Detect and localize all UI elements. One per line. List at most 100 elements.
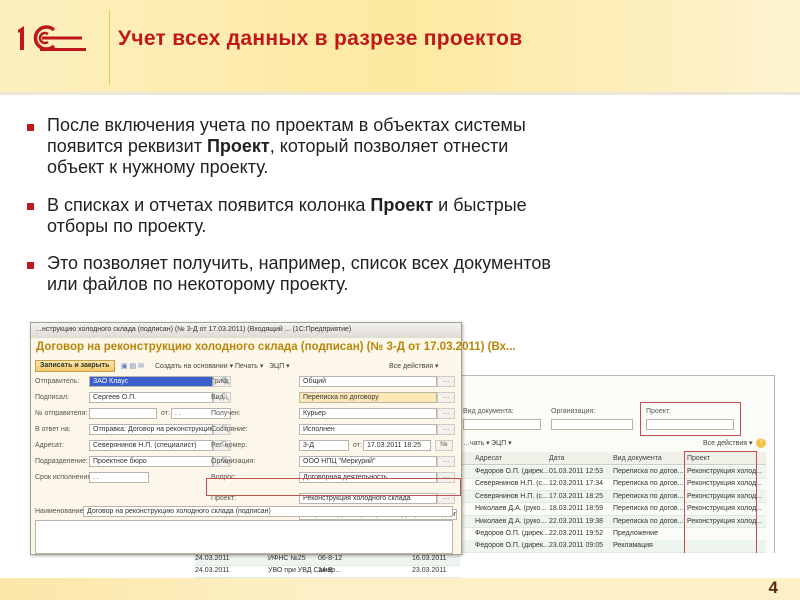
table-cell: 22.03.2011 19:38 (549, 517, 603, 525)
highlight-box (206, 478, 461, 496)
field-input[interactable]: Курьер (299, 408, 437, 419)
bullet-marker (27, 203, 34, 210)
table-cell: 01.03.2011 12:53 (549, 468, 603, 475)
bullet-text: В списках и отчетах появится колонка Про… (47, 195, 527, 236)
select-button[interactable]: … (437, 424, 455, 435)
all-actions-button[interactable]: Все действия ▾ (703, 439, 752, 447)
table-cell: Федоров О.П. (дирек... (475, 542, 549, 550)
table-cell: 24.03.2011 (195, 567, 230, 575)
field-input[interactable]: ООО НПЦ "Меркурий" (299, 456, 437, 467)
ecp-button[interactable]: ЭЦП ▾ (491, 439, 512, 447)
field-label: Подписал: (35, 394, 69, 401)
window-title: …нструкцию холодного склада (подписан) (… (31, 323, 461, 338)
field-label: Подразделение: (35, 458, 88, 465)
field-input[interactable]: ЗАО Клаус (89, 376, 213, 387)
table-cell: 18.03.2011 18:59 (549, 505, 603, 513)
table-cell: Северянинов Н.П. (с... (475, 492, 548, 500)
field-label: Состояние: (211, 426, 248, 433)
table-cell: Переписка по догов... (613, 480, 684, 488)
table-cell: Рекламация (613, 542, 653, 550)
list-extra-rows: 24.03.2011 ИФНС №25 06-8-12 16.03.2011 24.03… (195, 553, 775, 578)
field-label: Срок исполнения: (35, 474, 94, 481)
table-row[interactable]: 24.03.2011 УВО при УВД Самар... 14-В 23.03.… (195, 565, 460, 578)
header-divider (109, 10, 110, 85)
field-input[interactable]: Сергеев О.П. (89, 392, 213, 403)
field-input[interactable]: 3-Д (299, 440, 349, 451)
name-label: Наименование: (35, 508, 86, 515)
bullet-text: После включения учета по проектам в объе… (47, 115, 526, 177)
field-label: В ответ на: (35, 426, 71, 433)
table-cell: 17.03.2011 18:25 (549, 492, 603, 500)
slide-footer (0, 578, 800, 600)
field-input[interactable]: Общий (299, 376, 437, 387)
document-list-window: Вид документа: Организация: Проект: …чат… (440, 375, 775, 591)
filter-label: Организация: (551, 408, 596, 415)
bullet-text: Это позволяет получить, например, список… (47, 253, 551, 294)
highlight-box (640, 402, 741, 436)
select-button[interactable]: … (437, 392, 455, 403)
document-form-window: …нструкцию холодного склада (подписан) (… (30, 322, 516, 555)
column-header[interactable]: Вид документа (613, 455, 662, 462)
field-input[interactable]: Переписка по договору (299, 392, 437, 403)
number-button[interactable]: № (435, 440, 453, 451)
field-label: от: (161, 410, 170, 417)
save-close-button[interactable]: Записать и закрыть (35, 360, 115, 372)
field-label: Вид: (211, 394, 226, 401)
field-label: Организация: (211, 458, 256, 465)
filter-label: Вид документа: (463, 408, 514, 415)
field-input[interactable]: Отправка: Договор на реконструкцию хол (89, 424, 213, 435)
table-cell: Федоров О.П. (дирек... (475, 530, 549, 537)
bullet-marker (27, 262, 34, 269)
select-button[interactable]: … (437, 408, 455, 419)
table-cell: 22.03.2011 19:52 (549, 530, 603, 537)
table-cell: 12.03.2011 17:34 (549, 480, 603, 488)
field-input[interactable]: Северянинов Н.П. (специалист) (89, 440, 213, 451)
table-cell: Переписка по догов... (613, 492, 684, 500)
print-button[interactable]: Печать ▾ (235, 362, 263, 370)
field-label: Отправитель: (35, 378, 80, 385)
field-label: Получен: (211, 410, 241, 417)
bullet-marker (27, 124, 34, 131)
select-button[interactable]: … (437, 376, 455, 387)
table-cell: Переписка по догов... (613, 505, 684, 513)
field-input[interactable]: Проектное бюро (89, 456, 213, 467)
slide-title: Учет всех данных в разрезе проектов (118, 27, 523, 50)
ecp-button[interactable]: ЭЦП ▾ (269, 362, 290, 370)
all-actions-button[interactable]: Все действия ▾ (389, 362, 438, 370)
print-button[interactable]: …чать ▾ (463, 439, 490, 447)
field-label: от: (353, 442, 362, 449)
table-cell: 23.03.2011 (412, 567, 447, 575)
filter-organization-input[interactable] (551, 419, 633, 430)
table-cell: 06-8-12 (318, 555, 343, 562)
table-cell: Николаев Д.А. (руко... (475, 517, 547, 525)
field-label: № отправителя: (35, 410, 88, 417)
table-cell: 23.03.2011 09:05 (549, 542, 603, 550)
table-cell: Николаев Д.А. (руко... (475, 505, 547, 513)
table-cell: Переписка по догов... (613, 517, 684, 525)
name-input[interactable]: Договор на реконструкцию холодного склад… (83, 506, 453, 517)
select-button[interactable]: … (437, 456, 455, 467)
table-cell: 16.03.2011 (412, 555, 447, 562)
table-cell: 24.03.2011 (195, 555, 230, 562)
table-cell: Федоров О.П. (дирек... (475, 468, 549, 475)
help-icon[interactable]: ? (756, 438, 766, 448)
page-number: 4 (768, 578, 778, 597)
field-label: Проект: (211, 495, 237, 502)
table-cell: Переписка по догов... (613, 468, 684, 475)
field-input[interactable]: Исполнен (299, 424, 437, 435)
date-input[interactable]: . . (89, 472, 149, 483)
table-cell: ИФНС №25 (268, 555, 306, 562)
column-header[interactable]: Адресат (475, 455, 502, 462)
comment-textarea[interactable] (35, 520, 453, 554)
table-cell: 14-В (318, 567, 333, 575)
create-based-button[interactable]: Создать на основании ▾ (155, 362, 233, 370)
1c-logo (18, 25, 86, 51)
column-header[interactable]: Дата (549, 455, 565, 462)
field-input[interactable] (89, 408, 157, 419)
field-label: Рег. номер: (211, 442, 248, 449)
save-icon[interactable]: ▣ ▤ ✉ (121, 362, 144, 370)
field-label: Гриф: (211, 378, 230, 385)
date-input[interactable]: 17.03.2011 18:25 (363, 440, 431, 451)
filter-doc-type-input[interactable] (463, 419, 541, 430)
table-cell: Предложение (613, 530, 658, 537)
